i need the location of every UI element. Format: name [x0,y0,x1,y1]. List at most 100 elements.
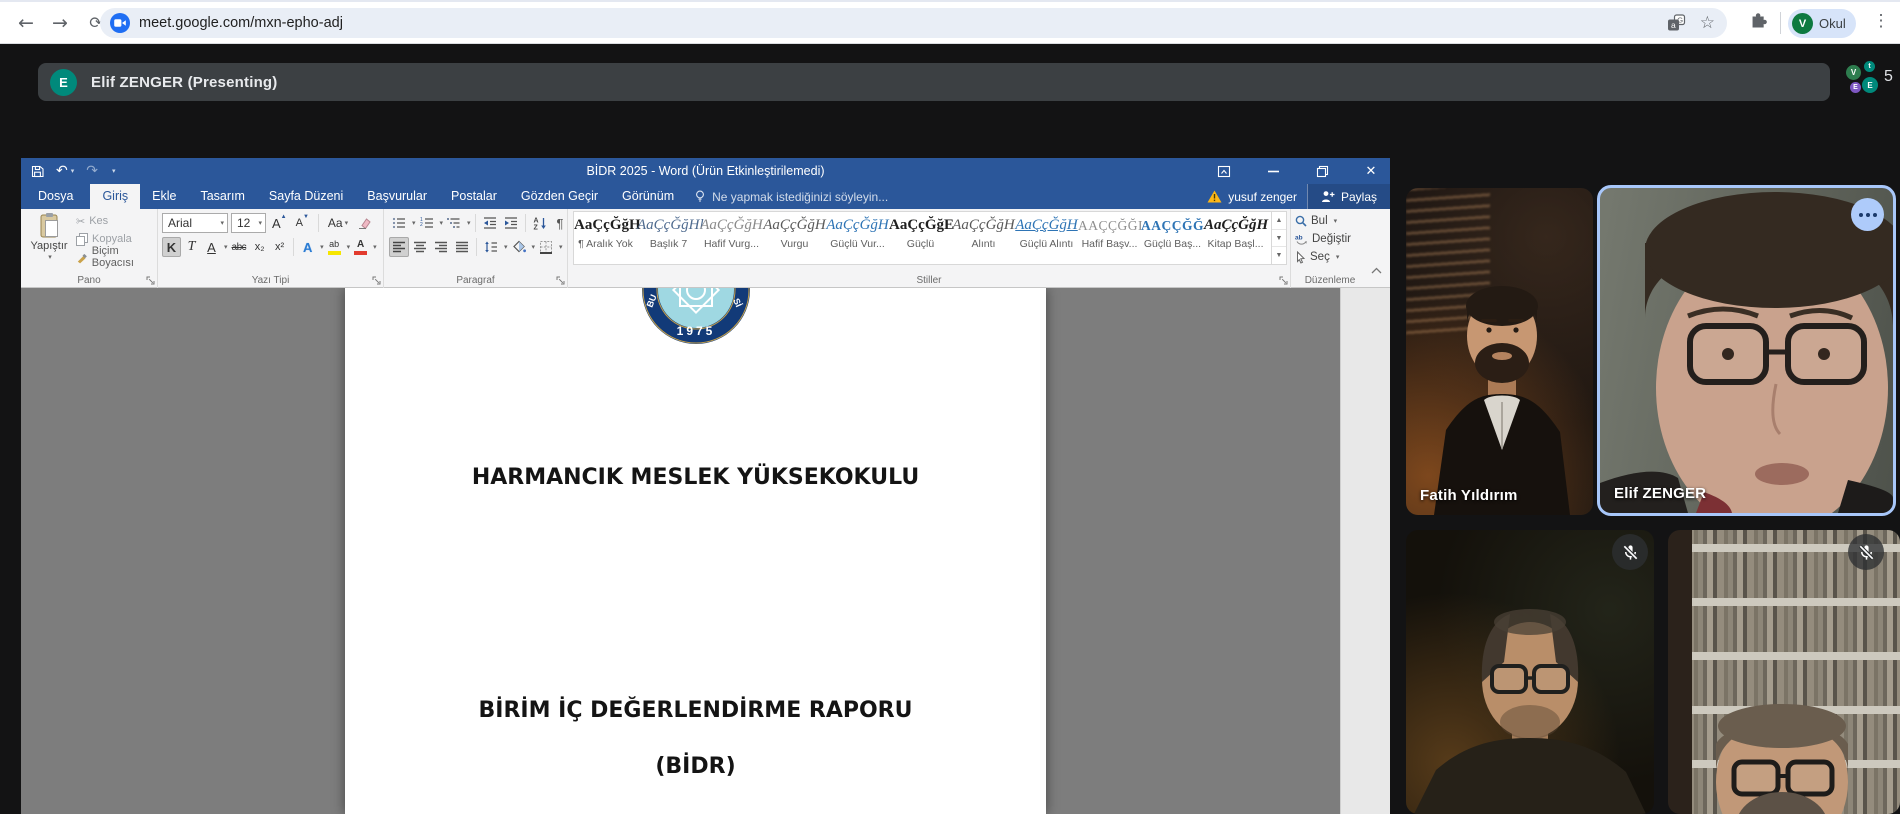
style-item[interactable]: AAÇÇĞĞGüçlü Baş... [1141,212,1204,264]
shading-button[interactable] [509,237,529,257]
grow-font-button[interactable]: A▲ [269,213,290,233]
tab-gorunum[interactable]: Görünüm [610,184,686,209]
tab-basvurular[interactable]: Başvurular [355,184,439,209]
font-color-button[interactable]: A [351,237,370,257]
numbering-button[interactable]: 12 [417,213,437,233]
increase-indent-button[interactable] [501,213,521,233]
font-color-glyph: A [357,239,364,250]
forward-button[interactable]: → [44,7,76,39]
divider [318,214,319,232]
participant-avatar: t [1864,61,1875,72]
tab-ekle[interactable]: Ekle [140,184,188,209]
strikethrough-button[interactable]: abc [229,237,250,257]
dialog-launcher-icon[interactable] [146,276,155,285]
video-tile-elif[interactable]: Elif ZENGER [1597,185,1896,516]
format-painter-button[interactable]: Biçim Boyacısı [76,249,157,265]
account-name: yusuf zenger [1228,190,1297,204]
font-family-combo[interactable]: Arial ▾ [162,213,228,233]
multilevel-list-button[interactable] [444,213,464,233]
font-size-combo[interactable]: 12▾ [231,213,266,233]
url-bar[interactable]: meet.google.com/mxn-epho-adj Ga ☆ [100,8,1727,38]
superscript-button[interactable]: x² [270,237,289,257]
paste-label: Yapıştır [30,240,67,252]
extensions-puzzle-icon[interactable] [1747,13,1767,31]
ribbon-display-options-icon[interactable] [1213,162,1235,180]
svg-text:2: 2 [420,222,423,228]
align-center-button[interactable] [410,237,430,257]
chevron-down-icon: ▾ [220,219,224,227]
change-case-button[interactable]: Aa▾ [325,213,351,233]
select-button[interactable]: Seç▾ [1295,249,1351,265]
tab-sayfa-duzeni[interactable]: Sayfa Düzeni [257,184,355,209]
underline-button[interactable]: A [202,237,221,257]
cut-button[interactable]: ✂ Kes [76,213,157,229]
group-label: Paragraf [384,275,567,286]
font-color-bar [354,251,367,255]
style-item[interactable]: AaÇçĞğHlBaşlık 7 [637,212,700,264]
find-button[interactable]: Bul▾ [1295,213,1351,229]
close-icon[interactable]: ✕ [1360,162,1382,180]
svg-text:A: A [533,218,538,225]
line-spacing-button[interactable] [481,237,501,257]
replace-button[interactable]: ab Değiştir [1295,231,1351,247]
participant-count: 5 [1884,68,1893,86]
align-left-button[interactable] [389,237,409,257]
sort-button[interactable]: AZ [530,213,550,233]
share-button[interactable]: Paylaş [1307,184,1390,209]
style-item[interactable]: AaÇçĞğHGüçlü Alıntı [1015,212,1078,264]
bullets-button[interactable] [389,213,409,233]
style-item[interactable]: AaÇçĞğEGüçlü [889,212,952,264]
style-item[interactable]: AaÇçĞğH¶ Aralık Yok [574,212,637,264]
divider [525,214,526,232]
tab-giris[interactable]: Giriş [90,184,140,209]
style-item[interactable]: AaÇçĞğHHafif Vurg... [700,212,763,264]
profile-chip[interactable]: V Okul [1788,9,1856,38]
bookmark-star-icon[interactable]: ☆ [1700,13,1715,33]
justify-button[interactable] [452,237,472,257]
align-right-button[interactable] [431,237,451,257]
browser-menu-icon[interactable]: ⋮ [1872,11,1890,31]
video-tile-fatih[interactable]: Fatih Yıldırım [1406,188,1593,515]
video-tile-3[interactable] [1406,530,1654,814]
tile-more-options-button[interactable] [1851,198,1884,231]
style-item[interactable]: AaÇçĞğHVurgu [763,212,826,264]
style-item[interactable]: AAÇÇĞĞIHafif Başv... [1078,212,1141,264]
tab-gozden-gecir[interactable]: Gözden Geçir [509,184,610,209]
font-family-value: Arial [168,216,192,230]
dialog-launcher-icon[interactable] [372,276,381,285]
tab-postalar[interactable]: Postalar [439,184,509,209]
decrease-indent-button[interactable] [480,213,500,233]
borders-button[interactable] [536,237,556,257]
style-item[interactable]: AaÇçĞğHKitap Başl... [1204,212,1267,264]
video-tile-4[interactable] [1668,530,1900,814]
font-size-value: 12 [237,216,250,230]
style-item[interactable]: AaÇçĞğHGüçlü Vur... [826,212,889,264]
subscript-button[interactable]: x₂ [250,237,269,257]
show-formatting-marks-button[interactable]: ¶ [551,213,570,233]
gallery-up-button[interactable]: ▲ [1272,212,1286,230]
translate-icon[interactable]: Ga [1667,14,1686,32]
tab-dosya[interactable]: Dosya [21,184,90,209]
bold-button[interactable]: K [162,237,181,257]
vertical-scrollbar[interactable] [1340,288,1390,814]
participants-cluster[interactable]: V t E E [1846,61,1880,95]
italic-button[interactable]: T [182,237,201,257]
clear-formatting-button[interactable] [354,213,374,233]
dialog-launcher-icon[interactable] [556,276,565,285]
gallery-down-button[interactable]: ▼ [1272,230,1286,248]
paste-button[interactable]: Yapıştır ▾ [25,212,73,270]
tell-me-box[interactable]: Ne yapmak istediğinizi söyleyin... [694,184,888,209]
restore-icon[interactable] [1311,162,1333,180]
back-button[interactable]: ← [10,7,42,39]
style-item[interactable]: AaÇçĞğHAlıntı [952,212,1015,264]
dialog-launcher-icon[interactable] [1279,276,1288,285]
shrink-font-button[interactable]: A▼ [293,213,312,233]
chevron-down-icon: ▾ [1334,217,1338,225]
text-effects-button[interactable]: A [298,237,317,257]
collapse-ribbon-icon[interactable] [1371,267,1382,274]
highlight-button[interactable]: ab [325,237,344,257]
chevron-down-icon: ▾ [467,219,471,227]
minimize-icon[interactable] [1262,162,1284,180]
gallery-more-button[interactable]: ▼ [1272,247,1286,264]
tab-tasarim[interactable]: Tasarım [188,184,256,209]
